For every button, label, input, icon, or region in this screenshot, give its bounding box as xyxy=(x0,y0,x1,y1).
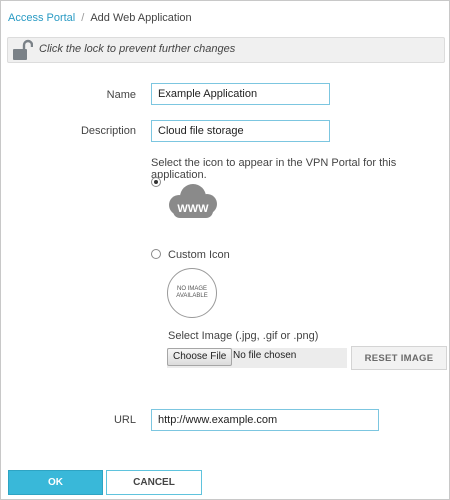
ok-button[interactable]: OK xyxy=(8,470,103,495)
url-input[interactable] xyxy=(151,409,379,431)
description-input[interactable] xyxy=(151,120,330,142)
custom-icon-radio[interactable] xyxy=(151,249,161,259)
unlocked-padlock-icon[interactable] xyxy=(11,39,33,61)
breadcrumb-access-portal-link[interactable]: Access Portal xyxy=(8,12,75,24)
url-label: URL xyxy=(113,414,136,426)
breadcrumb: Access Portal / Add Web Application xyxy=(8,12,192,24)
choose-file-button[interactable]: Choose File xyxy=(167,348,233,366)
www-cloud-icon: WWW xyxy=(169,184,217,218)
icon-selection-hint: Select the icon to appear in the VPN Por… xyxy=(151,157,397,181)
file-status-text: No file chosen xyxy=(233,350,297,361)
file-input-group: Choose File No file chosen xyxy=(167,348,347,368)
no-image-placeholder: NO IMAGE AVAILABLE xyxy=(167,268,217,318)
select-image-label: Select Image (.jpg, .gif or .png) xyxy=(168,330,319,342)
name-input[interactable] xyxy=(151,83,330,105)
breadcrumb-current: Add Web Application xyxy=(90,12,192,24)
description-label: Description xyxy=(80,125,136,137)
default-icon-radio[interactable] xyxy=(151,177,161,187)
breadcrumb-separator: / xyxy=(81,12,85,24)
no-image-text-line2: AVAILABLE xyxy=(176,293,208,299)
lock-message: Click the lock to prevent further change… xyxy=(39,43,236,55)
cancel-button[interactable]: CANCEL xyxy=(106,470,202,495)
reset-image-button[interactable]: RESET IMAGE xyxy=(351,346,447,370)
lock-bar: Click the lock to prevent further change… xyxy=(7,37,445,63)
no-image-text-line1: NO IMAGE xyxy=(176,286,207,292)
custom-icon-label: Custom Icon xyxy=(168,249,230,261)
name-label: Name xyxy=(106,89,136,101)
www-icon-text: WWW xyxy=(177,203,209,215)
